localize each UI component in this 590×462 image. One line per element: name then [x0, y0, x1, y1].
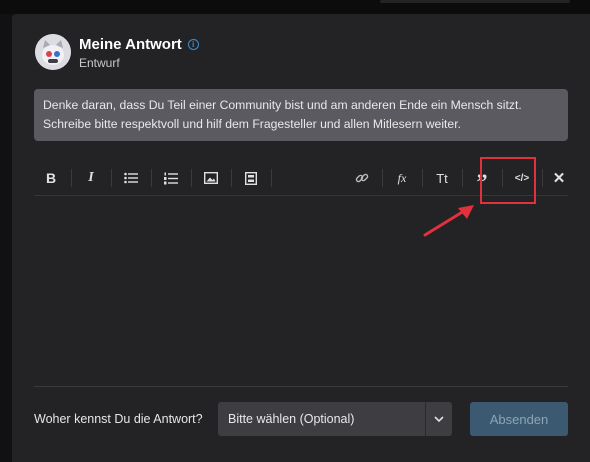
toolbar-divider	[191, 169, 192, 187]
toolbar-divider	[382, 169, 383, 187]
toolbar-divider	[422, 169, 423, 187]
toolbar-divider	[231, 169, 232, 187]
text-size-button[interactable]: Tt	[427, 164, 457, 192]
draft-status: Entwurf	[79, 56, 120, 70]
submit-button[interactable]: Absenden	[470, 402, 568, 436]
video-icon	[245, 171, 257, 185]
source-label: Woher kennst Du die Antwort?	[34, 412, 203, 426]
formula-icon: fx	[397, 170, 407, 185]
answer-editor[interactable]	[34, 198, 568, 386]
toolbar-divider	[151, 169, 152, 187]
link-icon	[355, 173, 369, 183]
close-icon: ✕	[552, 170, 566, 187]
top-divider	[380, 0, 570, 3]
bullet-list-icon	[124, 172, 138, 184]
avatar	[35, 34, 71, 70]
toolbar-divider	[71, 169, 72, 187]
italic-icon: I	[88, 170, 94, 185]
toolbar-divider	[111, 169, 112, 187]
source-select-value: Bitte wählen (Optional)	[228, 412, 355, 426]
toolbar-divider	[542, 169, 543, 187]
video-button[interactable]	[236, 164, 266, 192]
numbered-list-button[interactable]	[156, 164, 186, 192]
bold-icon: B	[45, 170, 57, 186]
top-strip	[0, 0, 590, 14]
toolbar-divider	[462, 169, 463, 187]
footer-divider	[34, 386, 568, 387]
link-button[interactable]	[347, 164, 377, 192]
chevron-down-icon	[426, 402, 452, 436]
answer-panel: Meine Antwort i Entwurf Denke daran, das…	[12, 14, 590, 462]
toolbar-divider	[271, 169, 272, 187]
close-editor-button[interactable]: ✕	[544, 164, 574, 192]
bold-button[interactable]: B	[36, 164, 66, 192]
image-button[interactable]	[196, 164, 226, 192]
info-icon[interactable]: i	[187, 39, 199, 50]
page-title: Meine Antwort i	[79, 36, 199, 53]
title-text: Meine Antwort	[79, 36, 182, 53]
source-select[interactable]: Bitte wählen (Optional)	[218, 402, 452, 436]
formula-button[interactable]: fx	[387, 164, 417, 192]
numbered-list-icon	[164, 172, 178, 184]
italic-button[interactable]: I	[76, 164, 106, 192]
text-size-icon: Tt	[436, 170, 448, 186]
image-icon	[204, 172, 218, 184]
code-button-highlight	[480, 157, 536, 204]
community-notice: Denke daran, dass Du Teil einer Communit…	[34, 89, 568, 141]
bullet-list-button[interactable]	[116, 164, 146, 192]
